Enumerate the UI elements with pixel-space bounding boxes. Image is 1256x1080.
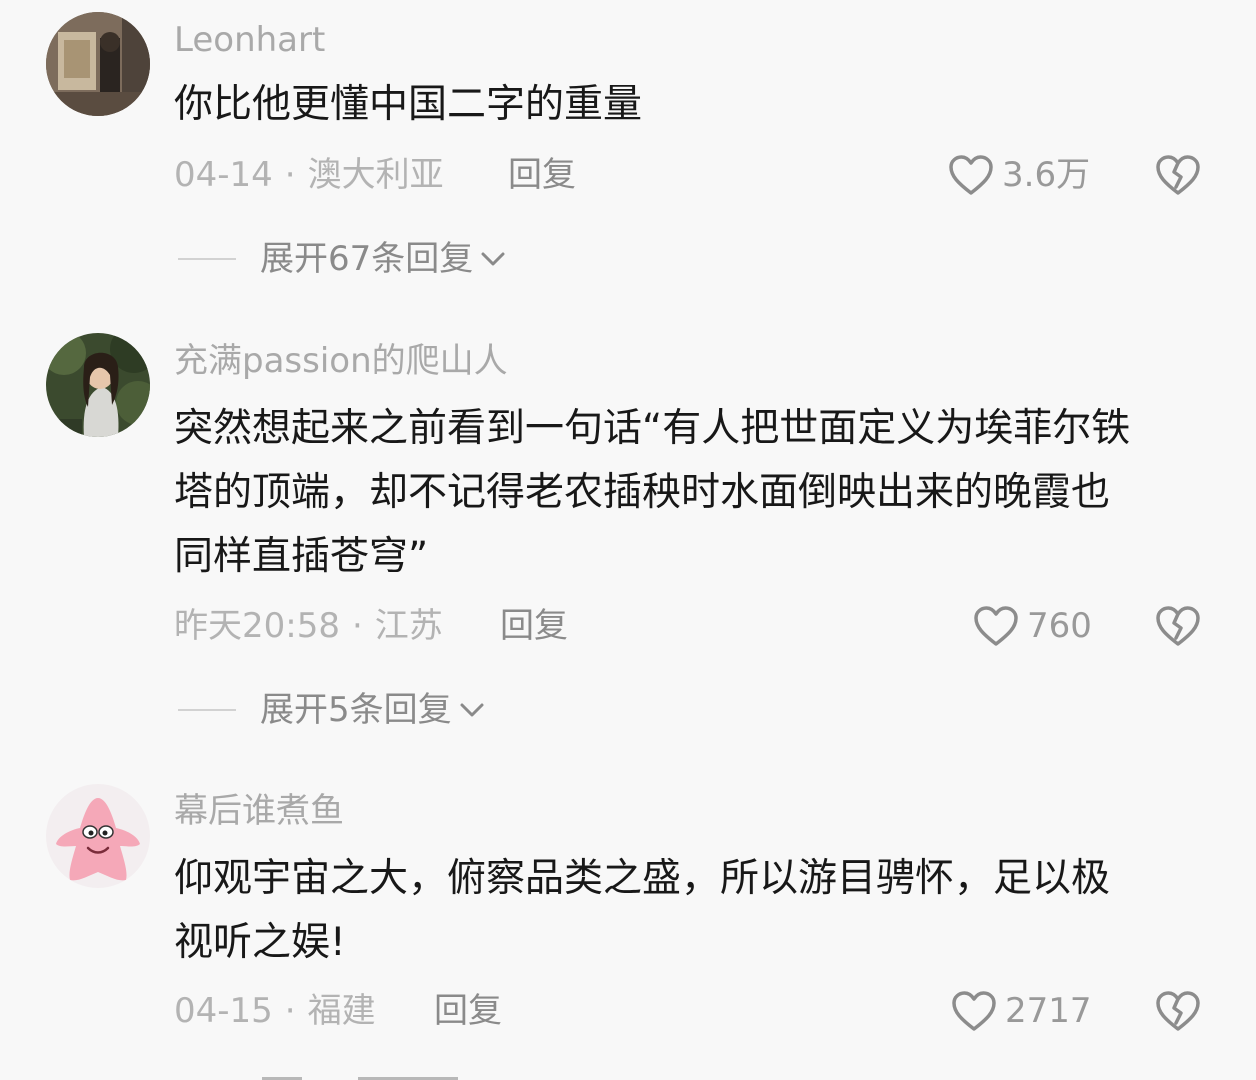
expand-replies-button[interactable]: 展开5条回复 [178,688,486,732]
avatar[interactable] [46,784,150,888]
like-button[interactable]: 3.6万 [948,153,1090,197]
reply-button[interactable]: 回复 [434,989,502,1033]
comment-meta: 04-15 · 福建 [174,989,376,1033]
avatar[interactable] [46,12,150,116]
comment-date: 04-15 [174,991,273,1031]
next-row-cutoff [178,1068,478,1080]
comment-date: 04-14 [174,155,273,195]
like-count: 3.6万 [1002,155,1091,195]
separator-dot: · [284,155,296,195]
comment-text: 突然想起来之前看到一句话“有人把世面定义为埃菲尔铁 塔的顶端，却不记得老农插秧时… [174,397,1214,589]
username[interactable]: 幕后谁煮鱼 [174,789,344,833]
comment-location: 江苏 [374,606,443,646]
like-count: 2717 [1005,991,1092,1031]
comment-text-line: 同样直插苍穹” [174,534,429,579]
expand-replies-label: 展开5条回复 [260,690,452,730]
chevron-down-icon [460,703,484,717]
dislike-button[interactable] [1155,153,1201,197]
like-button[interactable]: 2717 [951,989,1092,1033]
comment-meta: 昨天20:58 · 江苏 [174,604,443,648]
expand-replies-label: 展开67条回复 [260,239,474,279]
broken-heart-icon [1156,155,1200,195]
chevron-down-icon [481,252,505,266]
avatar[interactable] [46,333,150,437]
separator-dot: · [351,606,363,646]
comment-meta: 04-14 · 澳大利亚 [174,153,444,197]
comment-text-line: 突然想起来之前看到一句话“有人把世面定义为埃菲尔铁 [174,406,1131,451]
comment-date: 昨天20:58 [174,606,340,646]
comment-text-line: 视听之娱! [174,920,346,965]
heart-outline-icon [949,155,993,195]
expand-divider [178,709,236,711]
heart-outline-icon [952,991,996,1031]
comment-text-line: 你比他更懂中国二字的重量 [174,82,643,127]
comment-text-line: 仰观宇宙之大，俯察品类之盛，所以游目骋怀，足以极 [174,856,1111,901]
like-count: 760 [1027,606,1092,646]
expand-divider [178,258,236,260]
like-button[interactable]: 760 [973,604,1092,648]
reply-button[interactable]: 回复 [500,604,568,648]
separator-dot: · [284,991,296,1031]
comment-location: 福建 [307,991,376,1031]
dislike-button[interactable] [1155,604,1201,648]
dislike-button[interactable] [1155,989,1201,1033]
comment-text-line: 塔的顶端，却不记得老农插秧时水面倒映出来的晚霞也 [174,470,1111,515]
comment-text: 仰观宇宙之大，俯察品类之盛，所以游目骋怀，足以极 视听之娱! [174,847,1214,975]
expand-replies-button[interactable]: 展开67条回复 [178,237,507,281]
broken-heart-icon [1156,606,1200,646]
username[interactable]: 充满passion的爬山人 [174,339,508,383]
comment-location: 澳大利亚 [307,155,444,195]
comment-text: 你比他更懂中国二字的重量 [174,73,1214,137]
username[interactable]: Leonhart [174,18,325,62]
heart-outline-icon [974,606,1018,646]
reply-button[interactable]: 回复 [508,153,576,197]
broken-heart-icon [1156,991,1200,1031]
